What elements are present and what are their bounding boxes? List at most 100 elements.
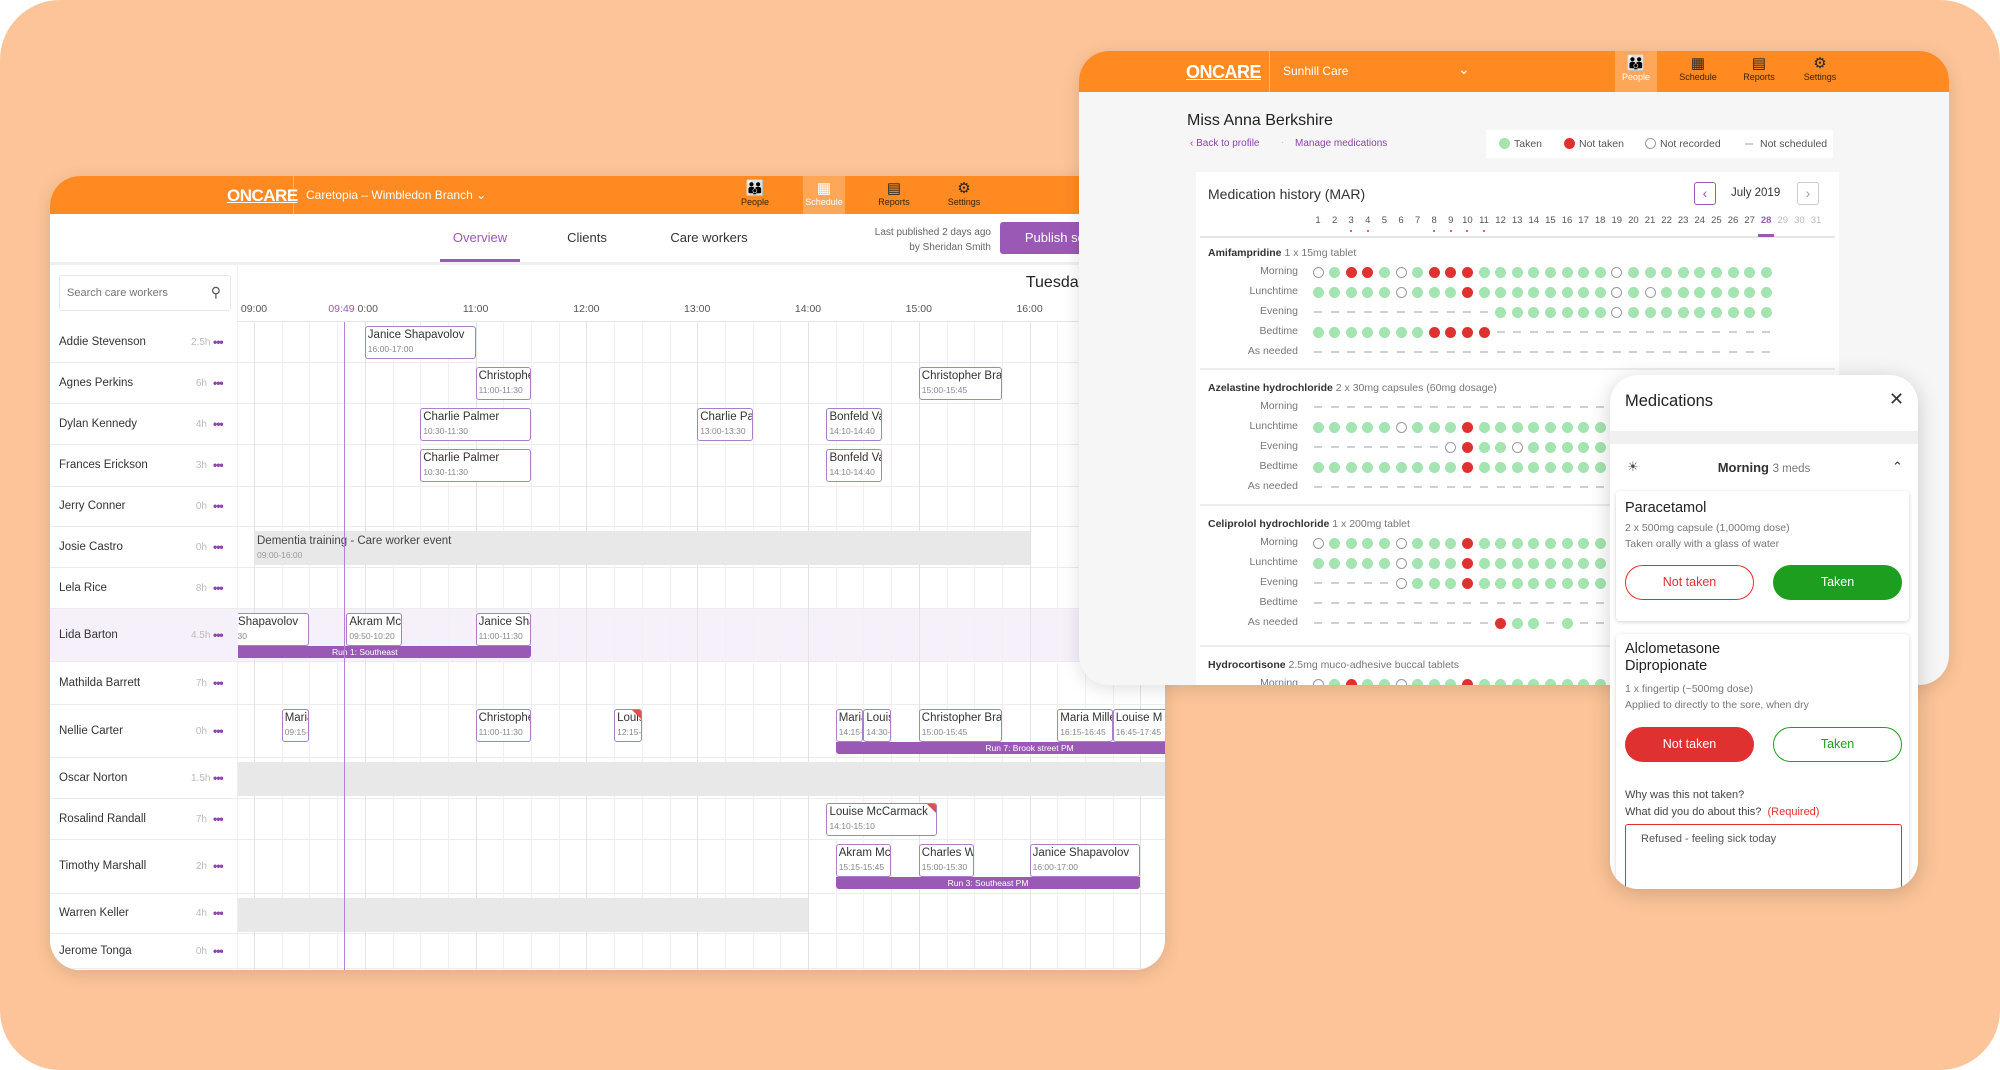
taken-dot[interactable] — [1511, 266, 1523, 278]
taken-dot[interactable] — [1594, 678, 1606, 685]
not-scheduled-dash[interactable] — [1712, 351, 1721, 353]
not-scheduled-dash[interactable] — [1463, 622, 1472, 624]
not-scheduled-dash[interactable] — [1363, 582, 1372, 584]
shift-card[interactable]: Bonfeld Vance 14:10-14:40 — [826, 449, 882, 482]
not-scheduled-dash[interactable] — [1579, 486, 1588, 488]
not-recorded-dot[interactable] — [1312, 537, 1324, 549]
not-scheduled-dash[interactable] — [1529, 351, 1538, 353]
taken-dot[interactable] — [1544, 678, 1556, 685]
taken-dot[interactable] — [1412, 286, 1424, 298]
taken-dot[interactable] — [1561, 461, 1573, 473]
taken-dot[interactable] — [1677, 306, 1689, 318]
nav-schedule[interactable]: ▦ Schedule — [1677, 51, 1719, 92]
not-scheduled-dash[interactable] — [1662, 351, 1671, 353]
taken-dot[interactable] — [1578, 421, 1590, 433]
not-scheduled-dash[interactable] — [1546, 486, 1555, 488]
not-scheduled-dash[interactable] — [1347, 351, 1356, 353]
more-options-icon[interactable]: ••• — [213, 581, 224, 595]
not-scheduled-dash[interactable] — [1596, 486, 1605, 488]
taken-dot[interactable] — [1710, 286, 1722, 298]
taken-dot[interactable] — [1329, 421, 1341, 433]
not-scheduled-dash[interactable] — [1729, 331, 1737, 333]
not-recorded-dot[interactable] — [1395, 266, 1407, 278]
not-scheduled-dash[interactable] — [1762, 331, 1771, 333]
taken-dot[interactable] — [1561, 678, 1573, 685]
shift-card[interactable]: Christopher Bradley 11:00-11:30 — [475, 367, 531, 400]
not-scheduled-dash[interactable] — [1546, 351, 1555, 353]
taken-dot[interactable] — [1677, 266, 1689, 278]
tab-clients[interactable]: Clients — [567, 230, 607, 245]
taken-dot[interactable] — [1511, 557, 1523, 569]
shift-card[interactable]: Janice Shapavolov 08:30-09:30 — [238, 613, 310, 646]
not-scheduled-dash[interactable] — [1612, 331, 1621, 333]
not-scheduled-dash[interactable] — [1596, 351, 1605, 353]
not-scheduled-dash[interactable] — [1612, 351, 1621, 353]
taken-dot[interactable] — [1594, 441, 1606, 453]
taken-dot[interactable] — [1544, 577, 1556, 589]
taken-dot[interactable] — [1378, 286, 1390, 298]
not-scheduled-dash[interactable] — [1579, 331, 1588, 333]
taken-dot[interactable] — [1528, 266, 1540, 278]
not-scheduled-dash[interactable] — [1314, 446, 1322, 448]
not-taken-button[interactable]: Not taken — [1625, 565, 1754, 600]
not-scheduled-dash[interactable] — [1496, 602, 1505, 604]
taken-dot[interactable] — [1495, 286, 1507, 298]
taken-dot[interactable] — [1495, 537, 1507, 549]
taken-dot[interactable] — [1428, 537, 1440, 549]
taken-dot[interactable] — [1544, 557, 1556, 569]
taken-dot[interactable] — [1594, 557, 1606, 569]
not-scheduled-dash[interactable] — [1413, 446, 1422, 448]
not-scheduled-dash[interactable] — [1646, 331, 1654, 333]
not-recorded-dot[interactable] — [1611, 306, 1623, 318]
taken-dot[interactable] — [1478, 557, 1490, 569]
not-scheduled-dash[interactable] — [1430, 446, 1439, 448]
not-scheduled-dash[interactable] — [1380, 351, 1389, 353]
shift-card[interactable]: Christopher 11:00-11:30 — [475, 709, 531, 742]
not-taken-dot[interactable] — [1478, 326, 1490, 338]
taken-dot[interactable] — [1362, 537, 1374, 549]
taken-dot[interactable] — [1744, 286, 1756, 298]
more-options-icon[interactable]: ••• — [213, 458, 224, 472]
taken-dot[interactable] — [1412, 421, 1424, 433]
taken-dot[interactable] — [1544, 266, 1556, 278]
not-scheduled-dash[interactable] — [1330, 406, 1339, 408]
not-scheduled-dash[interactable] — [1446, 311, 1455, 313]
not-scheduled-dash[interactable] — [1413, 486, 1422, 488]
taken-dot[interactable] — [1594, 537, 1606, 549]
taken-dot[interactable] — [1495, 421, 1507, 433]
taken-dot[interactable] — [1378, 557, 1390, 569]
close-icon[interactable]: ✕ — [1889, 389, 1904, 410]
taken-dot[interactable] — [1528, 421, 1540, 433]
not-recorded-dot[interactable] — [1312, 266, 1324, 278]
not-scheduled-dash[interactable] — [1446, 622, 1455, 624]
taken-dot[interactable] — [1428, 557, 1440, 569]
taken-dot[interactable] — [1511, 678, 1523, 685]
not-scheduled-dash[interactable] — [1496, 486, 1505, 488]
taken-dot[interactable] — [1578, 306, 1590, 318]
not-scheduled-dash[interactable] — [1446, 351, 1455, 353]
not-scheduled-dash[interactable] — [1496, 351, 1505, 353]
not-taken-dot[interactable] — [1461, 266, 1473, 278]
not-scheduled-dash[interactable] — [1380, 446, 1389, 448]
not-scheduled-dash[interactable] — [1546, 602, 1555, 604]
taken-dot[interactable] — [1395, 461, 1407, 473]
more-options-icon[interactable]: ••• — [213, 628, 224, 642]
taken-dot[interactable] — [1528, 441, 1540, 453]
taken-dot[interactable] — [1561, 617, 1573, 629]
more-options-icon[interactable]: ••• — [213, 499, 224, 513]
not-scheduled-dash[interactable] — [1496, 331, 1505, 333]
not-scheduled-dash[interactable] — [1679, 331, 1688, 333]
not-taken-button[interactable]: Not taken — [1625, 727, 1754, 762]
taken-dot[interactable] — [1544, 286, 1556, 298]
not-taken-dot[interactable] — [1362, 266, 1374, 278]
not-scheduled-dash[interactable] — [1463, 311, 1472, 313]
not-recorded-dot[interactable] — [1395, 286, 1407, 298]
taken-dot[interactable] — [1362, 286, 1374, 298]
not-scheduled-dash[interactable] — [1380, 602, 1389, 604]
not-scheduled-dash[interactable] — [1563, 602, 1571, 604]
taken-dot[interactable] — [1378, 326, 1390, 338]
search-input[interactable] — [60, 276, 200, 310]
chevron-down-icon[interactable]: ⌄ — [1458, 61, 1470, 78]
not-scheduled-dash[interactable] — [1330, 622, 1339, 624]
not-taken-dot[interactable] — [1495, 617, 1507, 629]
